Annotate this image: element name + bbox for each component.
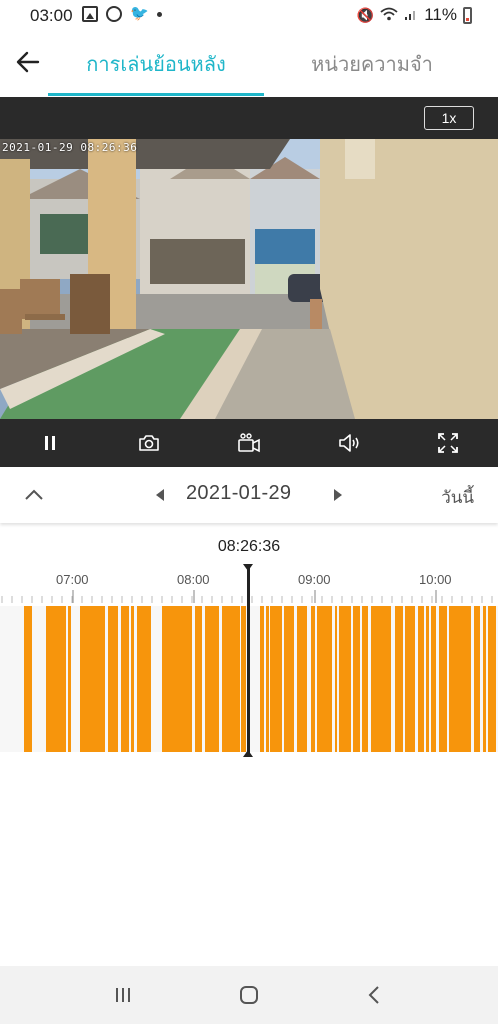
- playhead-marker-bottom: [243, 750, 253, 757]
- pause-button[interactable]: [0, 419, 100, 467]
- recording-segment[interactable]: [317, 606, 332, 752]
- hour-label: 07:00: [56, 572, 89, 587]
- collapse-button[interactable]: [22, 483, 46, 507]
- hour-label: 09:00: [298, 572, 331, 587]
- recording-segment[interactable]: [222, 606, 240, 752]
- today-button[interactable]: วันนี้: [441, 484, 474, 511]
- battery-icon: [463, 6, 472, 24]
- recording-segment[interactable]: [431, 606, 436, 752]
- snapshot-button[interactable]: [100, 419, 200, 467]
- back-chevron-icon: [368, 986, 379, 1004]
- system-nav-bar: [0, 966, 498, 1024]
- recording-segment[interactable]: [260, 606, 264, 752]
- speaker-icon: [338, 434, 359, 452]
- recording-segment[interactable]: [439, 606, 447, 752]
- signal-icon: [404, 7, 418, 24]
- recent-apps-button[interactable]: [103, 975, 143, 1015]
- recording-segment[interactable]: [418, 606, 424, 752]
- pause-icon: [44, 436, 55, 450]
- recording-segment[interactable]: [80, 606, 105, 752]
- recording-segment[interactable]: [449, 606, 471, 752]
- chevron-up-icon: [25, 489, 43, 500]
- volume-button[interactable]: [299, 419, 399, 467]
- tab-storage[interactable]: หน่วยความจำ: [280, 30, 464, 98]
- recording-segment[interactable]: [205, 606, 219, 752]
- speed-button[interactable]: 1x: [424, 106, 474, 130]
- video-record-icon: [238, 433, 260, 453]
- hour-label: 08:00: [177, 572, 210, 587]
- system-back-button[interactable]: [355, 975, 395, 1015]
- tab-storage-label: หน่วยความจำ: [311, 54, 433, 76]
- recording-segment[interactable]: [137, 606, 151, 752]
- recording-segment[interactable]: [297, 606, 307, 752]
- player-controls: [0, 419, 498, 467]
- dot-icon: [156, 11, 162, 17]
- home-button[interactable]: [229, 975, 269, 1015]
- recording-segment[interactable]: [488, 606, 496, 752]
- back-button[interactable]: [14, 48, 50, 78]
- fullscreen-button[interactable]: [398, 419, 498, 467]
- current-time-label: 08:26:36: [217, 538, 281, 555]
- mute-icon: 🔇: [356, 6, 375, 23]
- tab-active-indicator: [48, 93, 264, 96]
- header: การเล่นย้อนหลัง หน่วยความจำ: [0, 30, 498, 98]
- recording-segment[interactable]: [46, 606, 66, 752]
- camera-icon: [139, 435, 160, 451]
- recording-segment[interactable]: [241, 606, 246, 752]
- triangle-left-icon: [156, 489, 164, 501]
- status-time: 03:00: [30, 6, 73, 25]
- recording-segment[interactable]: [353, 606, 360, 752]
- camera-view-image: [0, 139, 498, 419]
- date-navigator: 2021-01-29 วันนี้: [0, 467, 498, 523]
- recording-segment[interactable]: [362, 606, 368, 752]
- home-icon: [240, 986, 258, 1004]
- playhead[interactable]: [247, 566, 250, 756]
- battery-text: 11%: [424, 5, 457, 24]
- recording-segment[interactable]: [162, 606, 192, 752]
- gallery-icon: [82, 6, 98, 22]
- video-frame[interactable]: 2021-01-29 08:26:36: [0, 139, 498, 419]
- record-button[interactable]: [199, 419, 299, 467]
- recording-segment[interactable]: [68, 606, 71, 752]
- status-bar: 03:00 🐦 🔇 11%: [0, 0, 498, 30]
- fullscreen-icon: [438, 433, 459, 453]
- recording-segment[interactable]: [266, 606, 269, 752]
- timeline[interactable]: 08:26:36 07:00 08:00 09:00 10:00: [0, 524, 498, 764]
- playhead-marker-top: [243, 564, 253, 571]
- hour-label: 10:00: [419, 572, 452, 587]
- video-timestamp-overlay: 2021-01-29 08:26:36: [2, 141, 138, 154]
- recording-segment[interactable]: [483, 606, 486, 752]
- recording-segment[interactable]: [311, 606, 315, 752]
- tab-playback[interactable]: การเล่นย้อนหลัง: [48, 30, 264, 98]
- recent-apps-icon: [116, 988, 130, 1002]
- recording-segment[interactable]: [24, 606, 32, 752]
- recording-segment[interactable]: [395, 606, 403, 752]
- previous-day-button[interactable]: [150, 484, 170, 506]
- arrow-left-icon: [16, 51, 40, 73]
- recording-segment[interactable]: [270, 606, 282, 752]
- wifi-icon: [380, 7, 398, 24]
- tab-playback-label: การเล่นย้อนหลัง: [86, 54, 226, 76]
- recording-segment[interactable]: [339, 606, 351, 752]
- twitter-icon: 🐦: [130, 5, 149, 22]
- video-player: 1x 2021-01-29 08:26:36: [0, 97, 498, 467]
- recording-segment[interactable]: [108, 606, 118, 752]
- next-day-button[interactable]: [328, 484, 348, 506]
- selected-date[interactable]: 2021-01-29: [186, 482, 291, 505]
- recording-segment[interactable]: [131, 606, 134, 752]
- recording-segment[interactable]: [195, 606, 202, 752]
- recording-segment[interactable]: [371, 606, 391, 752]
- recording-segment[interactable]: [474, 606, 480, 752]
- recording-segment[interactable]: [121, 606, 129, 752]
- recording-segment[interactable]: [335, 606, 337, 752]
- recording-segment[interactable]: [405, 606, 415, 752]
- recording-segment[interactable]: [284, 606, 294, 752]
- sync-icon: [106, 6, 122, 22]
- recording-segment[interactable]: [426, 606, 429, 752]
- triangle-right-icon: [334, 489, 342, 501]
